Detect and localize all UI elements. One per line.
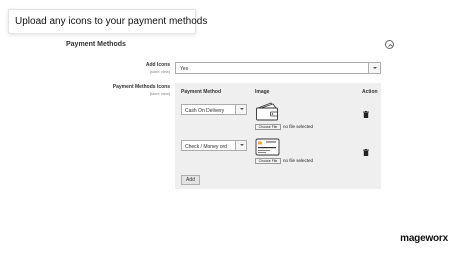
- file-status: no file selected: [283, 124, 314, 129]
- chevron-down-icon: [368, 63, 380, 73]
- header-action: Action: [362, 89, 378, 95]
- add-icons-value: Yes: [180, 66, 189, 72]
- trash-icon[interactable]: [363, 143, 369, 156]
- wallet-image: [255, 102, 280, 121]
- payment-method-value: Check / Money ord: [185, 144, 227, 150]
- payment-methods-icons-scope: [store view]: [149, 91, 170, 96]
- add-row-button[interactable]: Add: [181, 175, 200, 185]
- header-payment-method: Payment Method: [181, 89, 222, 95]
- add-icons-scope: [store view]: [149, 69, 170, 74]
- add-icons-label: Add Icons [store view]: [60, 62, 170, 74]
- chevron-down-icon: [235, 105, 246, 114]
- trash-icon[interactable]: [363, 105, 369, 118]
- payment-method-select[interactable]: Cash On Delivery: [181, 104, 247, 115]
- chevron-down-icon: [235, 141, 246, 150]
- section-title[interactable]: Payment Methods: [66, 41, 126, 48]
- header-image: Image: [255, 89, 270, 95]
- file-status: no file selected: [283, 158, 314, 163]
- credit-card-image: [255, 138, 280, 157]
- add-icons-select[interactable]: Yes: [175, 62, 381, 74]
- choose-file-button[interactable]: Choose File: [255, 124, 281, 130]
- payment-methods-icons-label-text: Payment Methods Icons: [112, 84, 170, 90]
- brand-logo: mageworx: [400, 233, 448, 244]
- payment-methods-icons-grid: [175, 83, 381, 189]
- payment-method-select[interactable]: Check / Money ord: [181, 140, 247, 151]
- choose-file-button[interactable]: Choose File: [255, 158, 281, 164]
- collapse-icon[interactable]: [385, 40, 394, 49]
- payment-method-value: Cash On Delivery: [185, 108, 225, 114]
- headline-banner: Upload any icons to your payment methods: [8, 9, 207, 34]
- add-icons-label-text: Add Icons: [145, 62, 170, 68]
- payment-methods-icons-label: Payment Methods Icons [store view]: [60, 84, 170, 96]
